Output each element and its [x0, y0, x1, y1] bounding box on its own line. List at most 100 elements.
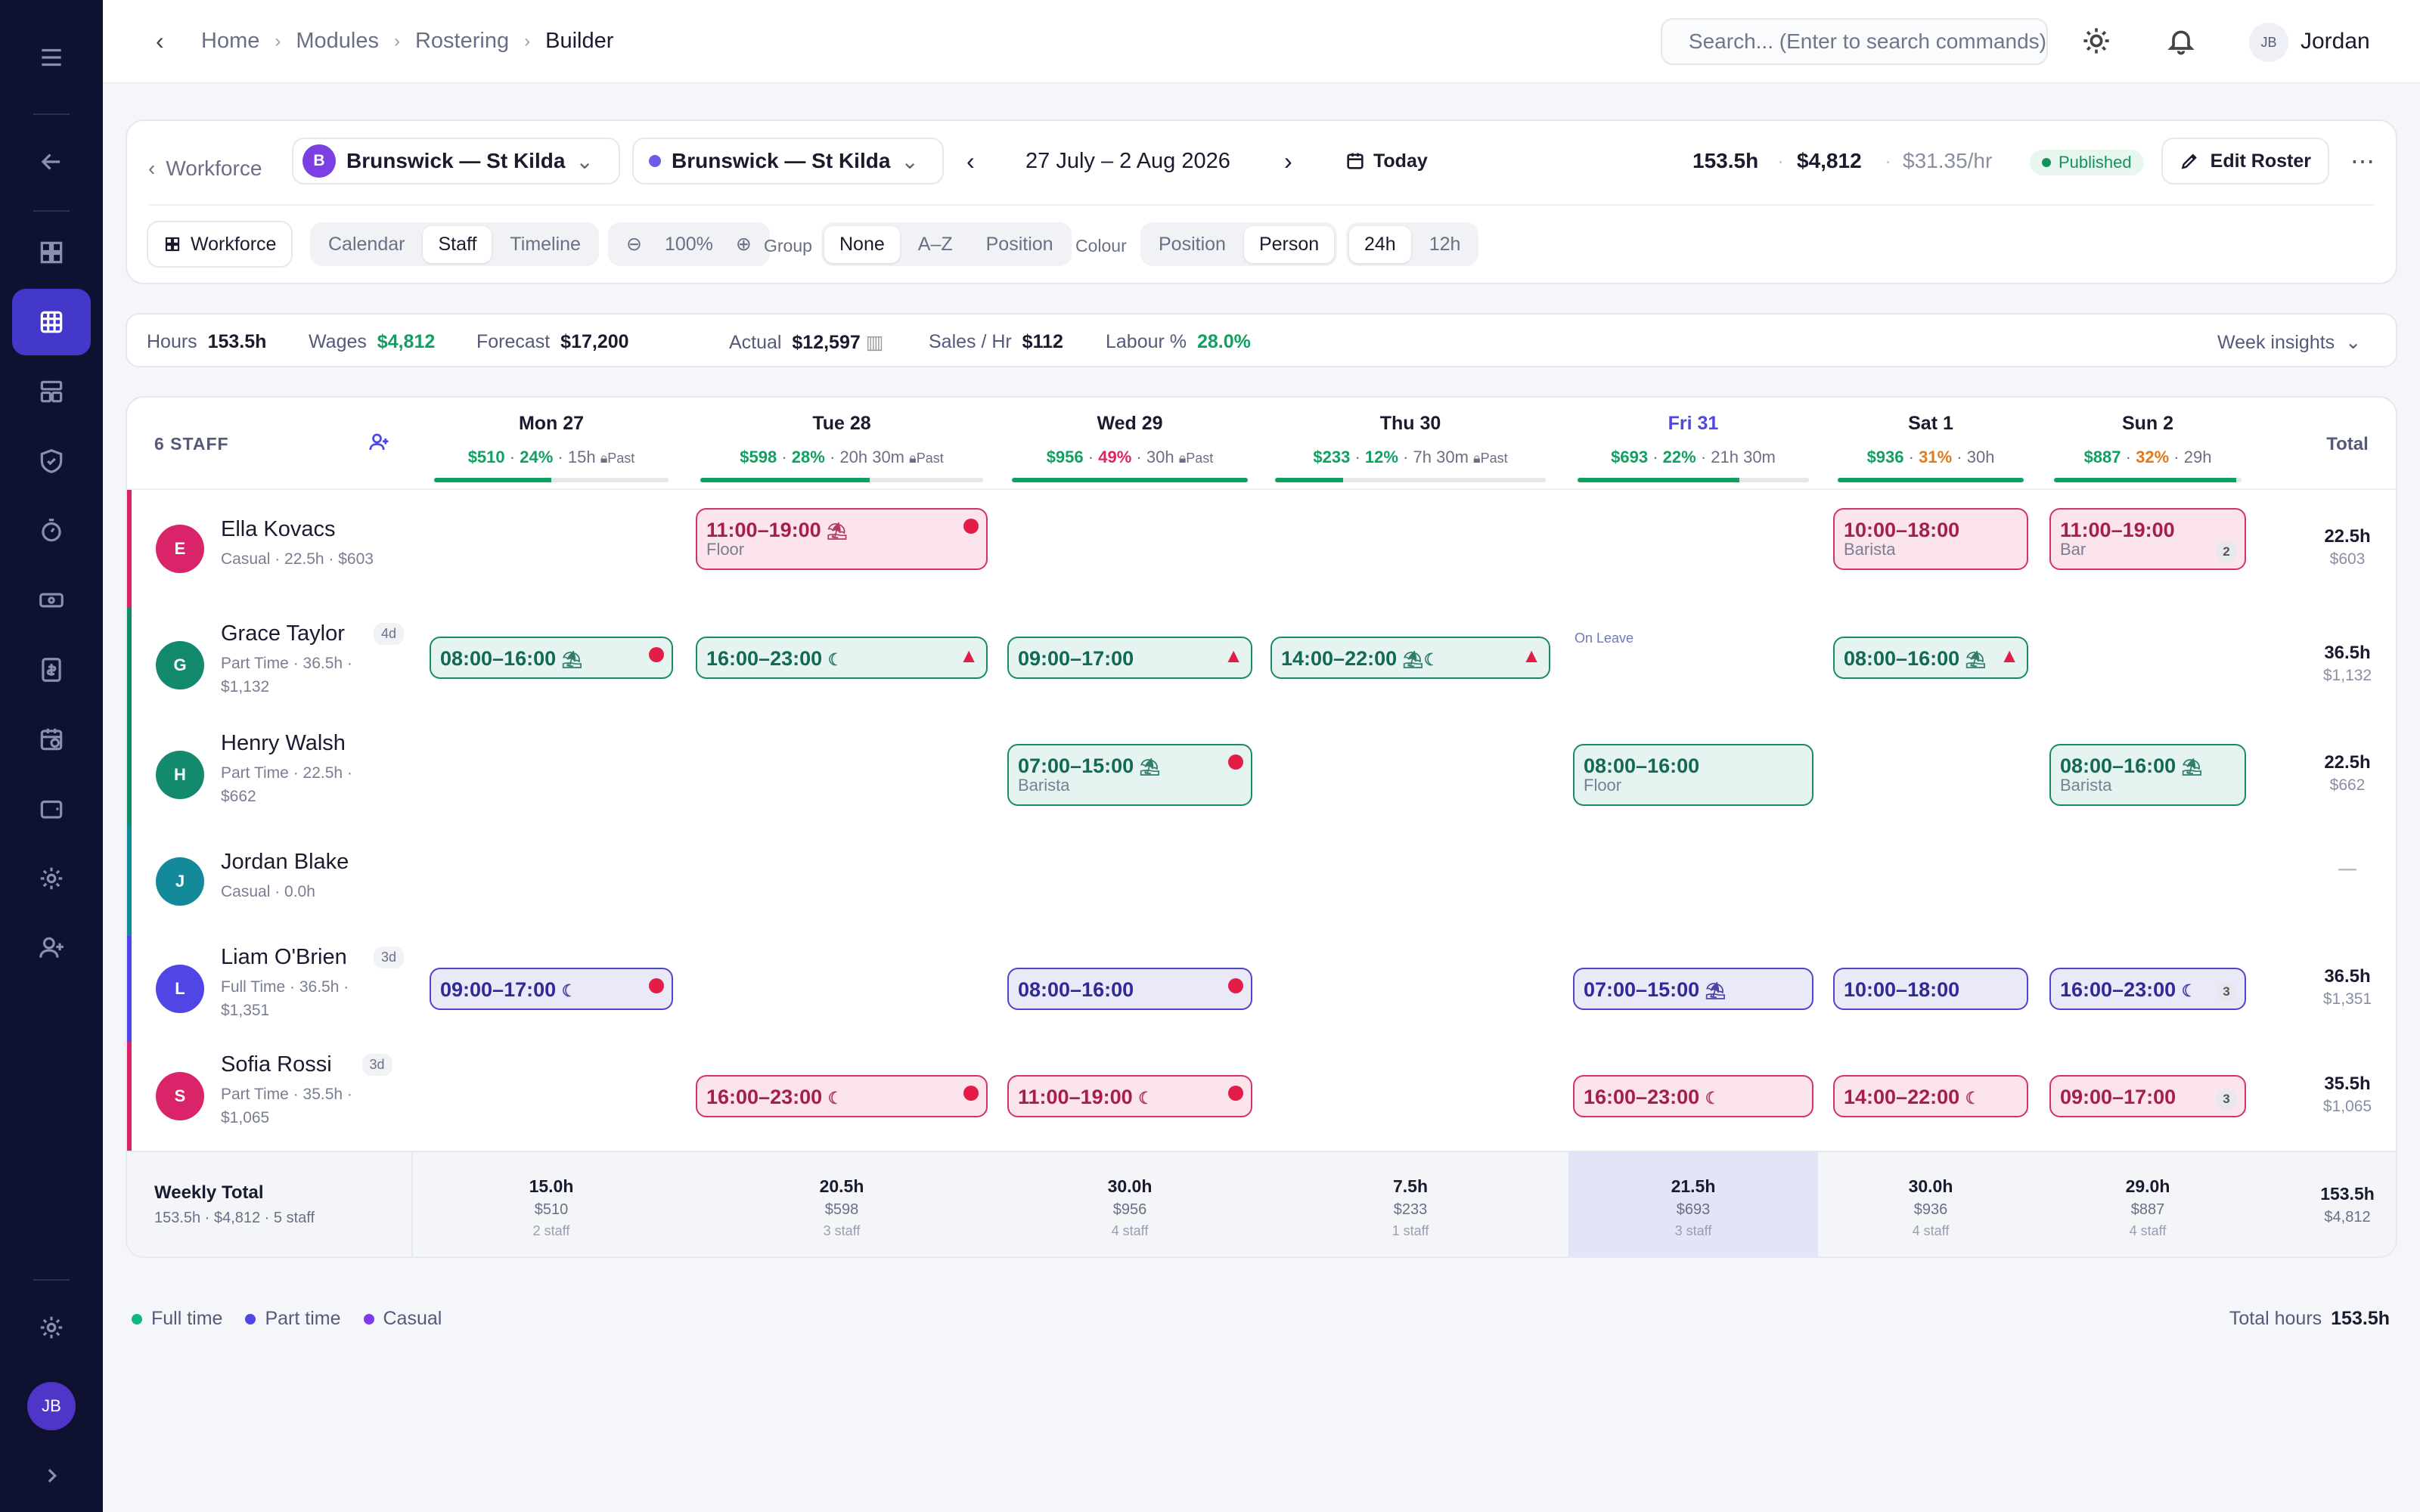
menu-icon[interactable]	[12, 24, 91, 91]
cash-icon[interactable]	[12, 567, 91, 634]
date-range[interactable]: 27 July – 2 Aug 2026	[1025, 138, 1230, 184]
sun-icon[interactable]	[2081, 26, 2111, 56]
breadcrumb-home[interactable]: Home	[201, 29, 259, 54]
shift-block[interactable]: 08:00–16:00 ⛱ ▲	[1833, 637, 2028, 679]
settings-gear-icon[interactable]	[12, 845, 91, 912]
shift-block[interactable]: 11:00–19:00 Bar 2	[2049, 508, 2246, 570]
shift-block[interactable]: 14:00–22:00 ☾	[1833, 1075, 2028, 1117]
view-staff[interactable]: Staff	[423, 225, 492, 263]
footer-day-staff: 2 staff	[532, 1223, 570, 1238]
time-12h[interactable]: 12h	[1414, 226, 1476, 263]
rail-avatar[interactable]: JB	[27, 1382, 76, 1430]
breadcrumb-rostering[interactable]: Rostering	[415, 29, 509, 54]
week-insights-button[interactable]: Week insights ⌄	[2217, 331, 2361, 354]
group-az[interactable]: A–Z	[903, 226, 968, 263]
today-button[interactable]: Today	[1345, 138, 1428, 184]
add-user-icon[interactable]	[12, 915, 91, 981]
warning-icon: ▲	[959, 644, 979, 667]
footer-day-wages: $693	[1676, 1201, 1711, 1218]
footer-day-total: 29.0h $887 4 staff	[2045, 1176, 2251, 1239]
warning-icon: ▲	[2000, 644, 2019, 667]
shift-block[interactable]: 07:00–15:00 ⛱	[1573, 968, 1813, 1010]
staff-avatar[interactable]: S	[156, 1072, 204, 1120]
view-timeline[interactable]: Timeline	[495, 226, 596, 263]
shift-block[interactable]: 14:00–22:00 ⛱☾ ▲	[1270, 637, 1550, 679]
stopwatch-icon[interactable]	[12, 497, 91, 564]
user-avatar[interactable]: JB	[2249, 23, 2288, 62]
staff-avatar[interactable]: J	[156, 857, 204, 906]
breadcrumb-modules[interactable]: Modules	[296, 29, 379, 54]
staff-avatar[interactable]: E	[156, 525, 204, 573]
day-progress-fill	[1275, 478, 1343, 482]
colour-position[interactable]: Position	[1143, 226, 1241, 263]
group-none[interactable]: None	[824, 225, 900, 263]
shift-block[interactable]: 16:00–23:00 ☾	[696, 1075, 988, 1117]
location-select-2[interactable]: Brunswick — St Kilda ⌄	[632, 138, 944, 184]
day-hours: 15h	[567, 448, 596, 466]
zoom-out-icon[interactable]: ⊖	[611, 225, 657, 263]
time-24h[interactable]: 24h	[1349, 225, 1411, 263]
dashboard-icon[interactable]	[12, 219, 91, 286]
roster-grid-icon[interactable]	[12, 289, 91, 355]
prev-week-button[interactable]: ‹	[966, 138, 975, 184]
staff-avatar[interactable]: H	[156, 751, 204, 799]
staff-meta-line: Part Time · 22.5h ·	[221, 764, 352, 782]
staff-name[interactable]: Jordan Blake	[221, 850, 349, 875]
shift-block[interactable]: 10:00–18:00 Barista	[1833, 508, 2028, 570]
user-name[interactable]: Jordan	[2301, 29, 2370, 54]
location-select-1[interactable]: B Brunswick — St Kilda ⌄	[292, 138, 620, 184]
shift-block[interactable]: 08:00–16:00 Floor	[1573, 744, 1813, 806]
shift-block[interactable]: 09:00–17:00 ☾	[430, 968, 673, 1010]
shift-time: 07:00–15:00	[1584, 978, 1700, 1001]
workforce-button[interactable]: Workforce	[147, 221, 293, 268]
colour-person[interactable]: Person	[1243, 225, 1335, 263]
search-placeholder: Search... (Enter to search commands)	[1688, 29, 2046, 53]
back-chevron-icon[interactable]: ‹	[156, 27, 164, 55]
shift-block[interactable]: 08:00–16:00	[1007, 968, 1252, 1010]
shift-block[interactable]: 07:00–15:00 ⛱ Barista	[1007, 744, 1252, 806]
shift-block[interactable]: 09:00–17:00 3	[2049, 1075, 2246, 1117]
receipt-icon[interactable]	[12, 637, 91, 703]
staff-avatar[interactable]: G	[156, 641, 204, 689]
search-input[interactable]: Search... (Enter to search commands)	[1661, 18, 2048, 65]
shift-block[interactable]: 16:00–23:00 ☾ 3	[2049, 968, 2246, 1010]
expand-chevron-icon[interactable]	[12, 1442, 91, 1509]
more-options-icon[interactable]: ⋯	[2350, 138, 2375, 184]
shift-block[interactable]: 09:00–17:00 ▲	[1007, 637, 1252, 679]
back-to-workforce[interactable]: ‹ Workforce	[148, 145, 262, 192]
shift-block[interactable]: 11:00–19:00 ⛱ Floor	[696, 508, 988, 570]
shift-block[interactable]: 10:00–18:00	[1833, 968, 2028, 1010]
rail-settings-icon[interactable]	[12, 1294, 91, 1361]
zoom-in-icon[interactable]: ⊕	[721, 225, 767, 263]
shield-check-icon[interactable]	[12, 428, 91, 494]
staff-name[interactable]: Ella Kovacs	[221, 517, 336, 542]
shift-time: 16:00–23:00	[706, 647, 823, 670]
shift-block[interactable]: 16:00–23:00 ☾ ▲	[696, 637, 988, 679]
shift-block[interactable]: 08:00–16:00 ⛱ Barista	[2049, 744, 2246, 806]
view-switcher: Calendar Staff Timeline	[310, 222, 599, 266]
staff-name[interactable]: Grace Taylor	[221, 621, 345, 646]
staff-name[interactable]: Henry Walsh	[221, 731, 346, 756]
chart-icon[interactable]: ▥	[866, 332, 884, 353]
edit-roster-button[interactable]: Edit Roster	[2161, 138, 2329, 184]
layout-icon[interactable]	[12, 358, 91, 425]
next-week-button[interactable]: ›	[1284, 138, 1292, 184]
day-summary: $887 · 32% · 29h	[2083, 448, 2212, 466]
add-staff-icon[interactable]	[368, 431, 390, 454]
staff-total: —	[2305, 859, 2390, 880]
shift-block[interactable]: 08:00–16:00 ⛱	[430, 637, 673, 679]
group-position[interactable]: Position	[971, 226, 1069, 263]
shift-block[interactable]: 16:00–23:00 ☾	[1573, 1075, 1813, 1117]
employment-type-bar	[127, 1042, 132, 1151]
bell-icon[interactable]	[2166, 26, 2196, 56]
staff-name[interactable]: Liam O'Brien	[221, 945, 347, 970]
staff-avatar[interactable]: L	[156, 965, 204, 1013]
staff-name[interactable]: Sofia Rossi	[221, 1052, 332, 1077]
back-arrow-icon[interactable]	[12, 129, 91, 195]
wallet-icon[interactable]	[12, 776, 91, 842]
alert-dot	[1228, 754, 1243, 770]
view-calendar[interactable]: Calendar	[313, 226, 420, 263]
calendar-clock-icon[interactable]	[12, 706, 91, 773]
shift-block[interactable]: 11:00–19:00 ☾	[1007, 1075, 1252, 1117]
staff-total-hours: 36.5h	[2324, 966, 2371, 987]
